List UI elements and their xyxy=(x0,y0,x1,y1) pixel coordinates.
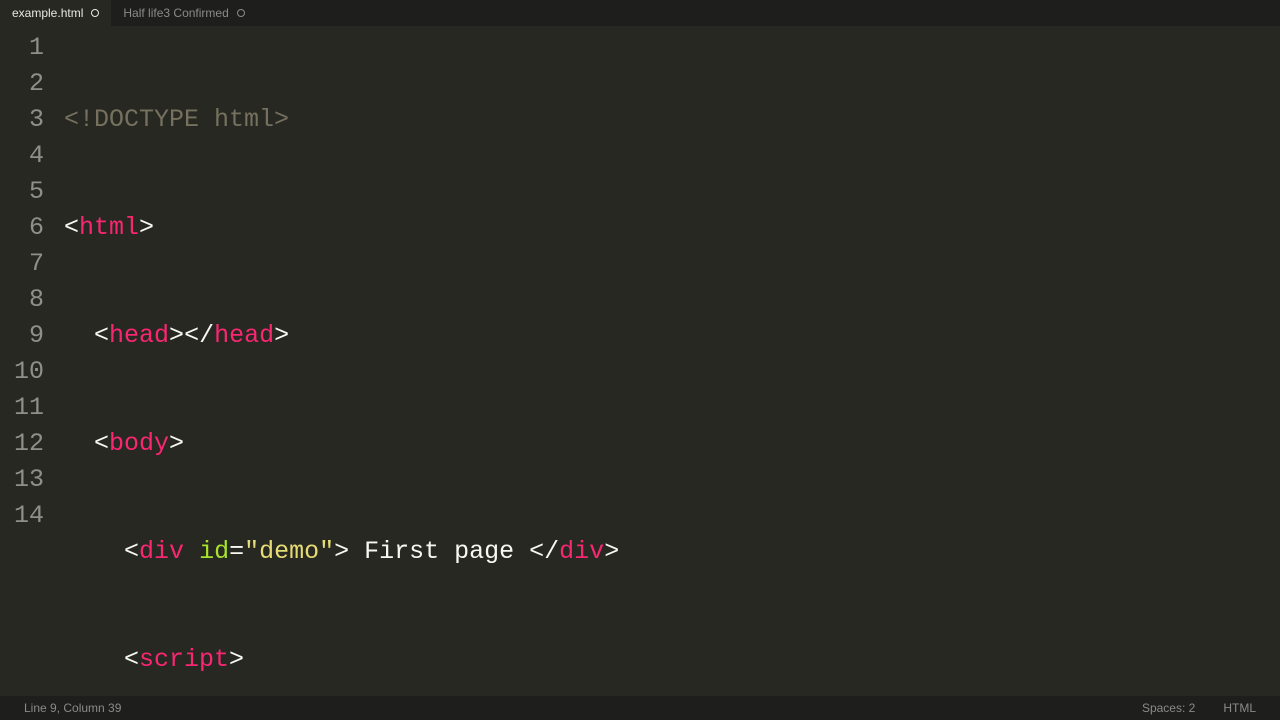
code-line: <body> xyxy=(64,426,1280,462)
status-language[interactable]: HTML xyxy=(1209,701,1270,715)
editor: 1 2 3 4 5 6 7 8 9 10 11 12 13 14 <!DOCTY… xyxy=(0,26,1280,696)
line-number: 13 xyxy=(0,462,44,498)
line-number: 7 xyxy=(0,246,44,282)
line-number: 2 xyxy=(0,66,44,102)
dirty-indicator-icon xyxy=(91,9,99,17)
code-line: <div id="demo"> First page </div> xyxy=(64,534,1280,570)
code-line: <html> xyxy=(64,210,1280,246)
line-number: 11 xyxy=(0,390,44,426)
line-number: 9 xyxy=(0,318,44,354)
tab-half-life3[interactable]: Half life3 Confirmed xyxy=(111,0,256,26)
status-cursor-position[interactable]: Line 9, Column 39 xyxy=(10,701,135,715)
line-number: 12 xyxy=(0,426,44,462)
code-line: <script> xyxy=(64,642,1280,678)
status-bar: Line 9, Column 39 Spaces: 2 HTML xyxy=(0,696,1280,720)
code-line: <head></head> xyxy=(64,318,1280,354)
tab-bar: example.html Half life3 Confirmed xyxy=(0,0,1280,26)
line-number: 1 xyxy=(0,30,44,66)
line-number: 5 xyxy=(0,174,44,210)
code-line: <!DOCTYPE html> xyxy=(64,102,1280,138)
line-number: 4 xyxy=(0,138,44,174)
tab-example-html[interactable]: example.html xyxy=(0,0,111,26)
line-number: 8 xyxy=(0,282,44,318)
status-indentation[interactable]: Spaces: 2 xyxy=(1128,701,1209,715)
line-number-gutter: 1 2 3 4 5 6 7 8 9 10 11 12 13 14 xyxy=(0,26,64,696)
dirty-indicator-icon xyxy=(237,9,245,17)
code-area[interactable]: <!DOCTYPE html> <html> <head></head> <bo… xyxy=(64,26,1280,696)
line-number: 10 xyxy=(0,354,44,390)
line-number: 6 xyxy=(0,210,44,246)
tab-label: Half life3 Confirmed xyxy=(123,6,228,20)
tab-label: example.html xyxy=(12,6,83,20)
line-number: 3 xyxy=(0,102,44,138)
line-number: 14 xyxy=(0,498,44,534)
